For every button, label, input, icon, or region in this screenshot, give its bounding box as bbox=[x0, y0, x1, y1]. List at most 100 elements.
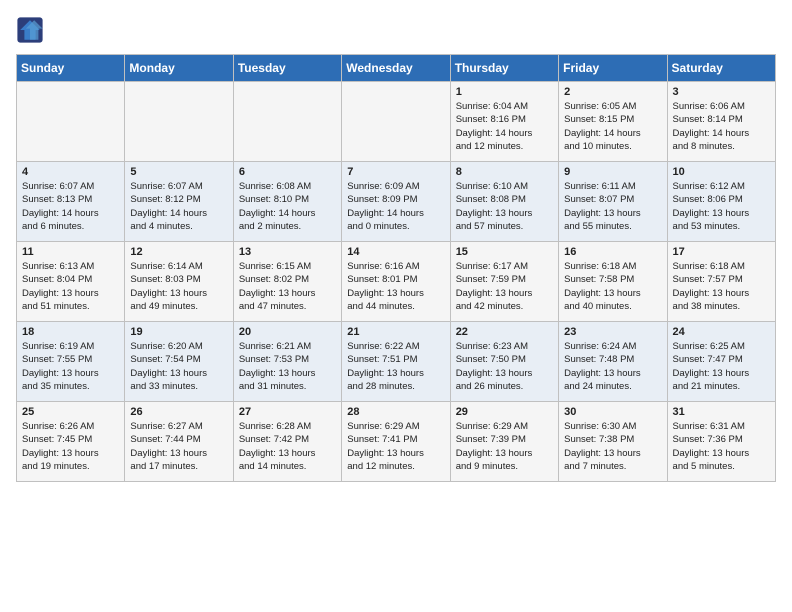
calendar-cell: 28 Sunrise: 6:29 AM Sunset: 7:41 PM Dayli… bbox=[342, 402, 450, 482]
cell-content: Sunrise: 6:08 AM Sunset: 8:10 PM Dayligh… bbox=[239, 180, 336, 233]
calendar-table: SundayMondayTuesdayWednesdayThursdayFrid… bbox=[16, 54, 776, 482]
day-number: 19 bbox=[130, 326, 227, 338]
calendar-cell bbox=[17, 82, 125, 162]
cell-content: Sunrise: 6:22 AM Sunset: 7:51 PM Dayligh… bbox=[347, 340, 444, 393]
day-number: 27 bbox=[239, 406, 336, 418]
calendar-cell: 17Sunrise: 6:18 AM Sunset: 7:57 PM Dayli… bbox=[667, 242, 775, 322]
day-number: 22 bbox=[456, 326, 553, 338]
day-number: 10 bbox=[673, 166, 770, 178]
cell-content: Sunrise: 6:30 AM Sunset: 7:38 PM Dayligh… bbox=[564, 420, 661, 473]
calendar-cell: 18 Sunrise: 6:19 AM Sunset: 7:55 PM Dayli… bbox=[17, 322, 125, 402]
calendar-cell: 15 Sunrise: 6:17 AM Sunset: 7:59 PM Dayli… bbox=[450, 242, 558, 322]
day-number: 7 bbox=[347, 166, 444, 178]
calendar-cell bbox=[342, 82, 450, 162]
calendar-week-row: 11 Sunrise: 6:13 AM Sunset: 8:04 PM Dayli… bbox=[17, 242, 776, 322]
weekday-header-wednesday: Wednesday bbox=[342, 55, 450, 82]
calendar-cell: 14 Sunrise: 6:16 AM Sunset: 8:01 PM Dayli… bbox=[342, 242, 450, 322]
calendar-cell: 3 Sunrise: 6:06 AM Sunset: 8:14 PM Daylig… bbox=[667, 82, 775, 162]
calendar-cell: 8 Sunrise: 6:10 AM Sunset: 8:08 PM Daylig… bbox=[450, 162, 558, 242]
cell-content: Sunrise: 6:06 AM Sunset: 8:14 PM Dayligh… bbox=[673, 100, 770, 153]
day-number: 26 bbox=[130, 406, 227, 418]
day-number: 29 bbox=[456, 406, 553, 418]
cell-content: Sunrise: 6:16 AM Sunset: 8:01 PM Dayligh… bbox=[347, 260, 444, 313]
day-number: 2 bbox=[564, 86, 661, 98]
day-number: 31 bbox=[673, 406, 770, 418]
calendar-cell: 12Sunrise: 6:14 AM Sunset: 8:03 PM Dayli… bbox=[125, 242, 233, 322]
calendar-cell: 29 Sunrise: 6:29 AM Sunset: 7:39 PM Dayli… bbox=[450, 402, 558, 482]
day-number: 13 bbox=[239, 246, 336, 258]
calendar-cell: 16 Sunrise: 6:18 AM Sunset: 7:58 PM Dayli… bbox=[559, 242, 667, 322]
calendar-week-row: 4Sunrise: 6:07 AM Sunset: 8:13 PM Daylig… bbox=[17, 162, 776, 242]
calendar-week-row: 25 Sunrise: 6:26 AM Sunset: 7:45 PM Dayli… bbox=[17, 402, 776, 482]
calendar-cell: 27 Sunrise: 6:28 AM Sunset: 7:42 PM Dayli… bbox=[233, 402, 341, 482]
day-number: 5 bbox=[130, 166, 227, 178]
weekday-header-tuesday: Tuesday bbox=[233, 55, 341, 82]
cell-content: Sunrise: 6:12 AM Sunset: 8:06 PM Dayligh… bbox=[673, 180, 770, 233]
calendar-cell: 30 Sunrise: 6:30 AM Sunset: 7:38 PM Dayli… bbox=[559, 402, 667, 482]
cell-content: Sunrise: 6:09 AM Sunset: 8:09 PM Dayligh… bbox=[347, 180, 444, 233]
cell-content: Sunrise: 6:20 AM Sunset: 7:54 PM Dayligh… bbox=[130, 340, 227, 393]
cell-content: Sunrise: 6:10 AM Sunset: 8:08 PM Dayligh… bbox=[456, 180, 553, 233]
day-number: 17 bbox=[673, 246, 770, 258]
cell-content: Sunrise: 6:14 AM Sunset: 8:03 PM Dayligh… bbox=[130, 260, 227, 313]
cell-content: Sunrise: 6:13 AM Sunset: 8:04 PM Dayligh… bbox=[22, 260, 119, 313]
logo bbox=[16, 16, 48, 44]
cell-content: Sunrise: 6:28 AM Sunset: 7:42 PM Dayligh… bbox=[239, 420, 336, 473]
calendar-cell: 26 Sunrise: 6:27 AM Sunset: 7:44 PM Dayli… bbox=[125, 402, 233, 482]
day-number: 6 bbox=[239, 166, 336, 178]
page-header bbox=[16, 16, 776, 44]
cell-content: Sunrise: 6:04 AM Sunset: 8:16 PM Dayligh… bbox=[456, 100, 553, 153]
weekday-header-friday: Friday bbox=[559, 55, 667, 82]
calendar-cell: 21 Sunrise: 6:22 AM Sunset: 7:51 PM Dayli… bbox=[342, 322, 450, 402]
cell-content: Sunrise: 6:31 AM Sunset: 7:36 PM Dayligh… bbox=[673, 420, 770, 473]
cell-content: Sunrise: 6:05 AM Sunset: 8:15 PM Dayligh… bbox=[564, 100, 661, 153]
day-number: 11 bbox=[22, 246, 119, 258]
calendar-cell: 25 Sunrise: 6:26 AM Sunset: 7:45 PM Dayli… bbox=[17, 402, 125, 482]
calendar-cell: 4Sunrise: 6:07 AM Sunset: 8:13 PM Daylig… bbox=[17, 162, 125, 242]
weekday-header-monday: Monday bbox=[125, 55, 233, 82]
calendar-cell: 11 Sunrise: 6:13 AM Sunset: 8:04 PM Dayli… bbox=[17, 242, 125, 322]
day-number: 20 bbox=[239, 326, 336, 338]
cell-content: Sunrise: 6:25 AM Sunset: 7:47 PM Dayligh… bbox=[673, 340, 770, 393]
day-number: 28 bbox=[347, 406, 444, 418]
calendar-cell: 20 Sunrise: 6:21 AM Sunset: 7:53 PM Dayli… bbox=[233, 322, 341, 402]
cell-content: Sunrise: 6:26 AM Sunset: 7:45 PM Dayligh… bbox=[22, 420, 119, 473]
calendar-cell: 22Sunrise: 6:23 AM Sunset: 7:50 PM Dayli… bbox=[450, 322, 558, 402]
cell-content: Sunrise: 6:15 AM Sunset: 8:02 PM Dayligh… bbox=[239, 260, 336, 313]
day-number: 30 bbox=[564, 406, 661, 418]
cell-content: Sunrise: 6:07 AM Sunset: 8:13 PM Dayligh… bbox=[22, 180, 119, 233]
day-number: 8 bbox=[456, 166, 553, 178]
weekday-header-sunday: Sunday bbox=[17, 55, 125, 82]
calendar-week-row: 1 Sunrise: 6:04 AM Sunset: 8:16 PM Daylig… bbox=[17, 82, 776, 162]
calendar-cell: 1 Sunrise: 6:04 AM Sunset: 8:16 PM Daylig… bbox=[450, 82, 558, 162]
calendar-week-row: 18 Sunrise: 6:19 AM Sunset: 7:55 PM Dayli… bbox=[17, 322, 776, 402]
cell-content: Sunrise: 6:24 AM Sunset: 7:48 PM Dayligh… bbox=[564, 340, 661, 393]
weekday-header-saturday: Saturday bbox=[667, 55, 775, 82]
day-number: 15 bbox=[456, 246, 553, 258]
calendar-cell: 19 Sunrise: 6:20 AM Sunset: 7:54 PM Dayli… bbox=[125, 322, 233, 402]
day-number: 23 bbox=[564, 326, 661, 338]
cell-content: Sunrise: 6:07 AM Sunset: 8:12 PM Dayligh… bbox=[130, 180, 227, 233]
day-number: 1 bbox=[456, 86, 553, 98]
day-number: 16 bbox=[564, 246, 661, 258]
calendar-cell: 23 Sunrise: 6:24 AM Sunset: 7:48 PM Dayli… bbox=[559, 322, 667, 402]
day-number: 3 bbox=[673, 86, 770, 98]
calendar-cell: 6 Sunrise: 6:08 AM Sunset: 8:10 PM Daylig… bbox=[233, 162, 341, 242]
day-number: 18 bbox=[22, 326, 119, 338]
cell-content: Sunrise: 6:19 AM Sunset: 7:55 PM Dayligh… bbox=[22, 340, 119, 393]
cell-content: Sunrise: 6:18 AM Sunset: 7:58 PM Dayligh… bbox=[564, 260, 661, 313]
cell-content: Sunrise: 6:29 AM Sunset: 7:41 PM Dayligh… bbox=[347, 420, 444, 473]
cell-content: Sunrise: 6:27 AM Sunset: 7:44 PM Dayligh… bbox=[130, 420, 227, 473]
calendar-cell: 7 Sunrise: 6:09 AM Sunset: 8:09 PM Daylig… bbox=[342, 162, 450, 242]
cell-content: Sunrise: 6:21 AM Sunset: 7:53 PM Dayligh… bbox=[239, 340, 336, 393]
day-number: 14 bbox=[347, 246, 444, 258]
calendar-cell bbox=[125, 82, 233, 162]
day-number: 21 bbox=[347, 326, 444, 338]
day-number: 9 bbox=[564, 166, 661, 178]
calendar-cell bbox=[233, 82, 341, 162]
calendar-cell: 2 Sunrise: 6:05 AM Sunset: 8:15 PM Daylig… bbox=[559, 82, 667, 162]
day-number: 25 bbox=[22, 406, 119, 418]
calendar-cell: 31 Sunrise: 6:31 AM Sunset: 7:36 PM Dayli… bbox=[667, 402, 775, 482]
cell-content: Sunrise: 6:29 AM Sunset: 7:39 PM Dayligh… bbox=[456, 420, 553, 473]
cell-content: Sunrise: 6:17 AM Sunset: 7:59 PM Dayligh… bbox=[456, 260, 553, 313]
